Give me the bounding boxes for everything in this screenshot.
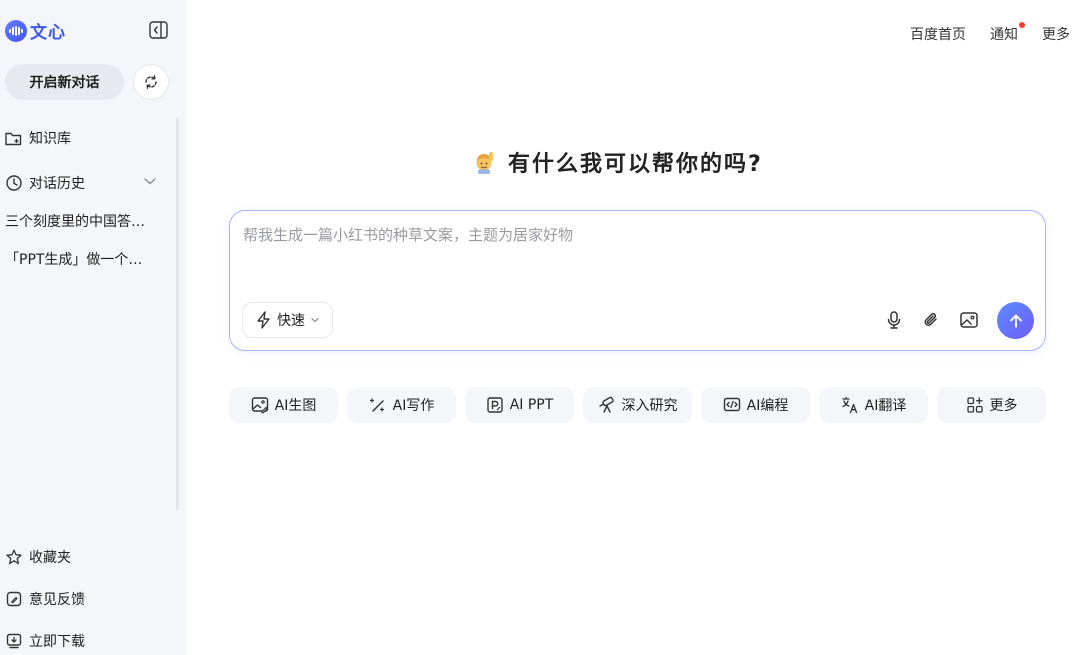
app: 文心 开启新对话 知识库 对话历史 三个刻度里的中国答… 「PPT生成」做一个…… <box>0 0 1080 655</box>
mode-label: 快速 <box>277 313 305 329</box>
sidebar-item-label: 收藏夹 <box>29 550 71 566</box>
collapse-sidebar-icon[interactable] <box>149 21 168 39</box>
sidebar-item-label: 对话历史 <box>29 176 85 192</box>
logo[interactable]: 文心 <box>5 18 66 43</box>
sidebar-item-knowledge[interactable]: 知识库 <box>5 128 71 148</box>
prompt-box: 快速 <box>229 210 1046 351</box>
apps-grid-icon <box>966 396 984 414</box>
chip-label: AI编程 <box>746 398 789 414</box>
lightning-icon <box>257 311 270 329</box>
chip-deep-research[interactable]: 深入研究 <box>583 387 692 423</box>
logo-text: 文心 <box>30 23 66 43</box>
notification-dot <box>1019 22 1025 28</box>
telescope-icon <box>598 396 616 414</box>
sidebar-item-feedback[interactable]: 意见反馈 <box>5 589 85 609</box>
chip-label: AI生图 <box>274 398 317 414</box>
refresh-button[interactable] <box>133 64 169 100</box>
chip-ai-image[interactable]: AI生图 <box>229 387 338 423</box>
sidebar-item-label: 立即下载 <box>29 634 85 650</box>
chip-label: AI翻译 <box>864 398 907 414</box>
sidebar-scrollbar[interactable] <box>176 118 179 510</box>
clock-icon <box>5 175 22 192</box>
sidebar-item-history[interactable]: 对话历史 <box>5 173 85 193</box>
code-icon <box>723 396 741 414</box>
presentation-icon <box>486 396 504 414</box>
chip-ai-ppt[interactable]: AI PPT <box>465 387 574 423</box>
raising-hand-emoji-icon <box>472 150 496 174</box>
chip-more[interactable]: 更多 <box>937 387 1046 423</box>
mode-select-button[interactable]: 快速 <box>242 302 333 338</box>
sidebar-item-favorites[interactable]: 收藏夹 <box>5 547 71 567</box>
chip-label: 更多 <box>989 398 1018 414</box>
chevron-down-icon[interactable] <box>143 174 157 188</box>
chip-label: AI写作 <box>392 398 435 414</box>
image-upload-icon[interactable] <box>959 310 979 330</box>
prompt-input[interactable] <box>243 224 1023 284</box>
page-title: 有什么我可以帮你的吗? <box>508 152 763 177</box>
translate-icon <box>841 396 859 414</box>
chip-ai-translate[interactable]: AI翻译 <box>819 387 928 423</box>
history-item[interactable]: 「PPT生成」做一个… <box>5 249 150 269</box>
arrow-up-icon <box>1009 314 1022 328</box>
chip-ai-writing[interactable]: AI写作 <box>347 387 456 423</box>
sidebar: 文心 开启新对话 知识库 对话历史 三个刻度里的中国答… 「PPT生成」做一个…… <box>0 0 187 655</box>
logo-mark-icon <box>5 19 27 42</box>
link-baidu-home[interactable]: 百度首页 <box>910 24 966 44</box>
headline: 有什么我可以帮你的吗? <box>472 146 763 178</box>
sidebar-item-label: 意见反馈 <box>29 592 85 608</box>
notifications-label: 通知 <box>990 27 1018 43</box>
folder-icon <box>5 130 22 147</box>
new-chat-button[interactable]: 开启新对话 <box>5 64 124 100</box>
link-notifications[interactable]: 通知 <box>990 22 1025 44</box>
microphone-icon[interactable] <box>884 310 904 330</box>
star-icon <box>5 549 22 566</box>
magic-pen-icon <box>369 396 387 414</box>
chip-label: AI PPT <box>509 397 554 413</box>
image-edit-icon <box>251 396 269 414</box>
chip-label: 深入研究 <box>621 398 678 414</box>
sidebar-item-label: 知识库 <box>29 131 71 147</box>
chip-ai-coding[interactable]: AI编程 <box>701 387 810 423</box>
chevron-down-icon <box>311 317 319 323</box>
top-nav: 百度首页 通知 更多 <box>910 22 1070 44</box>
link-more[interactable]: 更多 <box>1042 24 1070 44</box>
attachment-icon[interactable] <box>921 310 941 330</box>
download-icon <box>5 633 22 650</box>
history-item[interactable]: 三个刻度里的中国答… <box>5 211 150 231</box>
sidebar-item-download[interactable]: 立即下载 <box>5 631 85 651</box>
send-button[interactable] <box>997 302 1034 339</box>
refresh-icon <box>145 75 157 89</box>
feedback-icon <box>5 591 22 608</box>
